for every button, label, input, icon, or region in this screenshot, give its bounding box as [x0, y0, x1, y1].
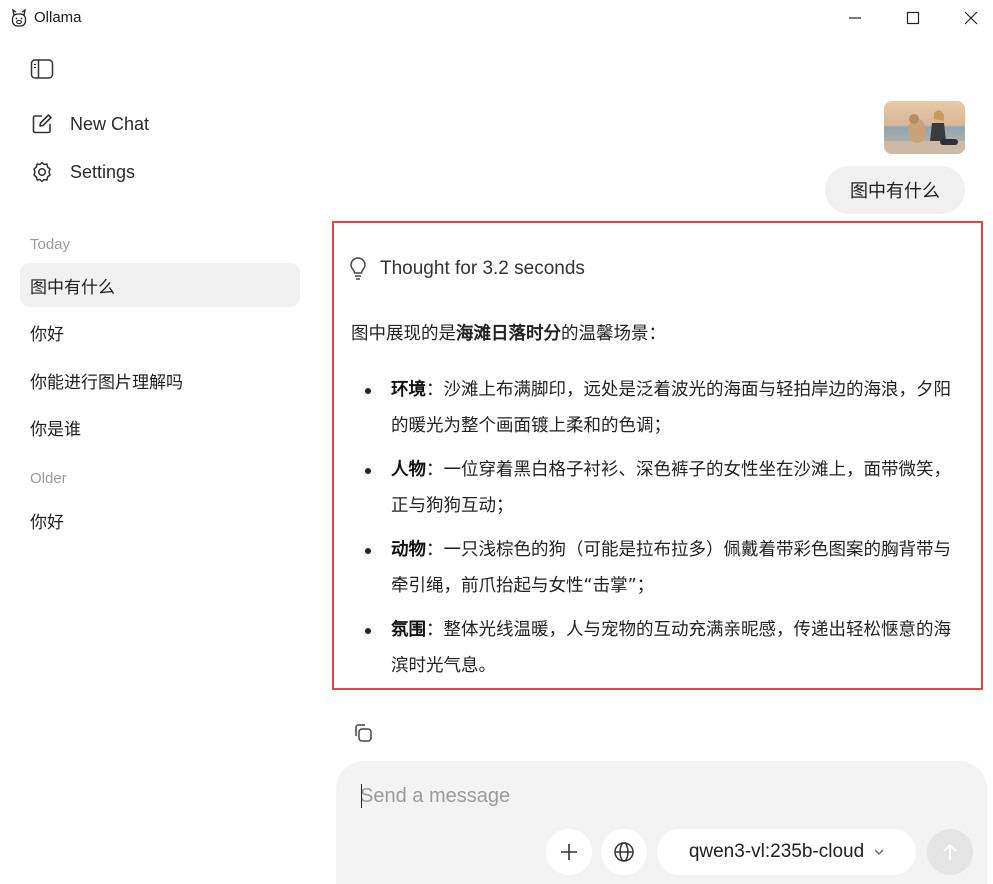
- list-item: 氛围：整体光线温暖，人与宠物的互动充满亲昵感，传递出轻松惬意的海滨时光气息。: [360, 612, 960, 684]
- user-image-attachment[interactable]: [884, 101, 965, 154]
- edit-icon: [32, 114, 52, 134]
- maximize-button[interactable]: [884, 0, 942, 36]
- settings-label: Settings: [70, 161, 136, 182]
- response-bullet-list: 环境：沙滩上布满脚印，远处是泛着波光的海面与轻拍岸边的海浪，夕阳的暖光为整个画面…: [360, 372, 960, 692]
- arrow-up-icon: [943, 844, 957, 860]
- minimize-button[interactable]: [826, 0, 884, 36]
- user-message-bubble: 图中有什么: [825, 166, 965, 214]
- sidebar-chat-item[interactable]: 图中有什么: [20, 263, 300, 307]
- chevron-down-icon: [874, 849, 884, 855]
- model-selector[interactable]: qwen3-vl:235b-cloud: [657, 829, 916, 875]
- ollama-llama-icon: [11, 8, 27, 27]
- copy-icon[interactable]: [352, 722, 374, 744]
- maximize-icon: [906, 11, 920, 25]
- title-bar: Ollama: [0, 0, 993, 36]
- sidebar-chat-item[interactable]: 你好: [20, 498, 300, 542]
- list-item: 动物：一只浅棕色的狗（可能是拉布拉多）佩戴着带彩色图案的胸背带与牵引绳，前爪抬起…: [360, 532, 960, 604]
- thought-toggle[interactable]: Thought for 3.2 seconds: [348, 257, 585, 281]
- lightbulb-icon: [350, 257, 366, 280]
- sidebar-toggle-icon[interactable]: [30, 58, 54, 80]
- send-button[interactable]: [927, 829, 973, 875]
- sidebar-chat-item[interactable]: 你是谁: [20, 405, 300, 449]
- text-caret: [361, 784, 362, 808]
- thought-label: Thought for 3.2 seconds: [380, 258, 585, 279]
- user-message-text: 图中有什么: [850, 181, 940, 202]
- plus-icon: [561, 844, 577, 860]
- new-chat-label: New Chat: [70, 113, 150, 134]
- close-button[interactable]: [942, 0, 993, 36]
- response-intro: 图中展现的是海滩日落时分的温馨场景：: [351, 324, 666, 344]
- settings-button[interactable]: Settings: [30, 160, 135, 184]
- close-icon: [964, 11, 978, 25]
- gear-icon: [33, 161, 51, 183]
- beach-photo-thumbnail: [884, 101, 965, 154]
- list-item: 人物：一位穿着黑白格子衬衫、深色裤子的女性坐在沙滩上，面带微笑，正与狗狗互动；: [360, 452, 960, 524]
- section-label-older: Older: [30, 470, 67, 487]
- web-search-button[interactable]: [601, 829, 647, 875]
- message-input[interactable]: [360, 781, 920, 811]
- sidebar-chat-item[interactable]: 你能进行图片理解吗: [20, 358, 300, 402]
- add-attachment-button[interactable]: [546, 829, 592, 875]
- app-title: Ollama: [34, 9, 82, 26]
- globe-icon: [614, 842, 634, 862]
- model-name: qwen3-vl:235b-cloud: [688, 841, 865, 862]
- sidebar-chat-item[interactable]: 你好: [20, 310, 300, 354]
- list-item: 环境：沙滩上布满脚印，远处是泛着波光的海面与轻拍岸边的海浪，夕阳的暖光为整个画面…: [360, 372, 960, 444]
- minimize-icon: [849, 17, 861, 19]
- new-chat-button[interactable]: New Chat: [30, 112, 149, 136]
- section-label-today: Today: [30, 236, 71, 253]
